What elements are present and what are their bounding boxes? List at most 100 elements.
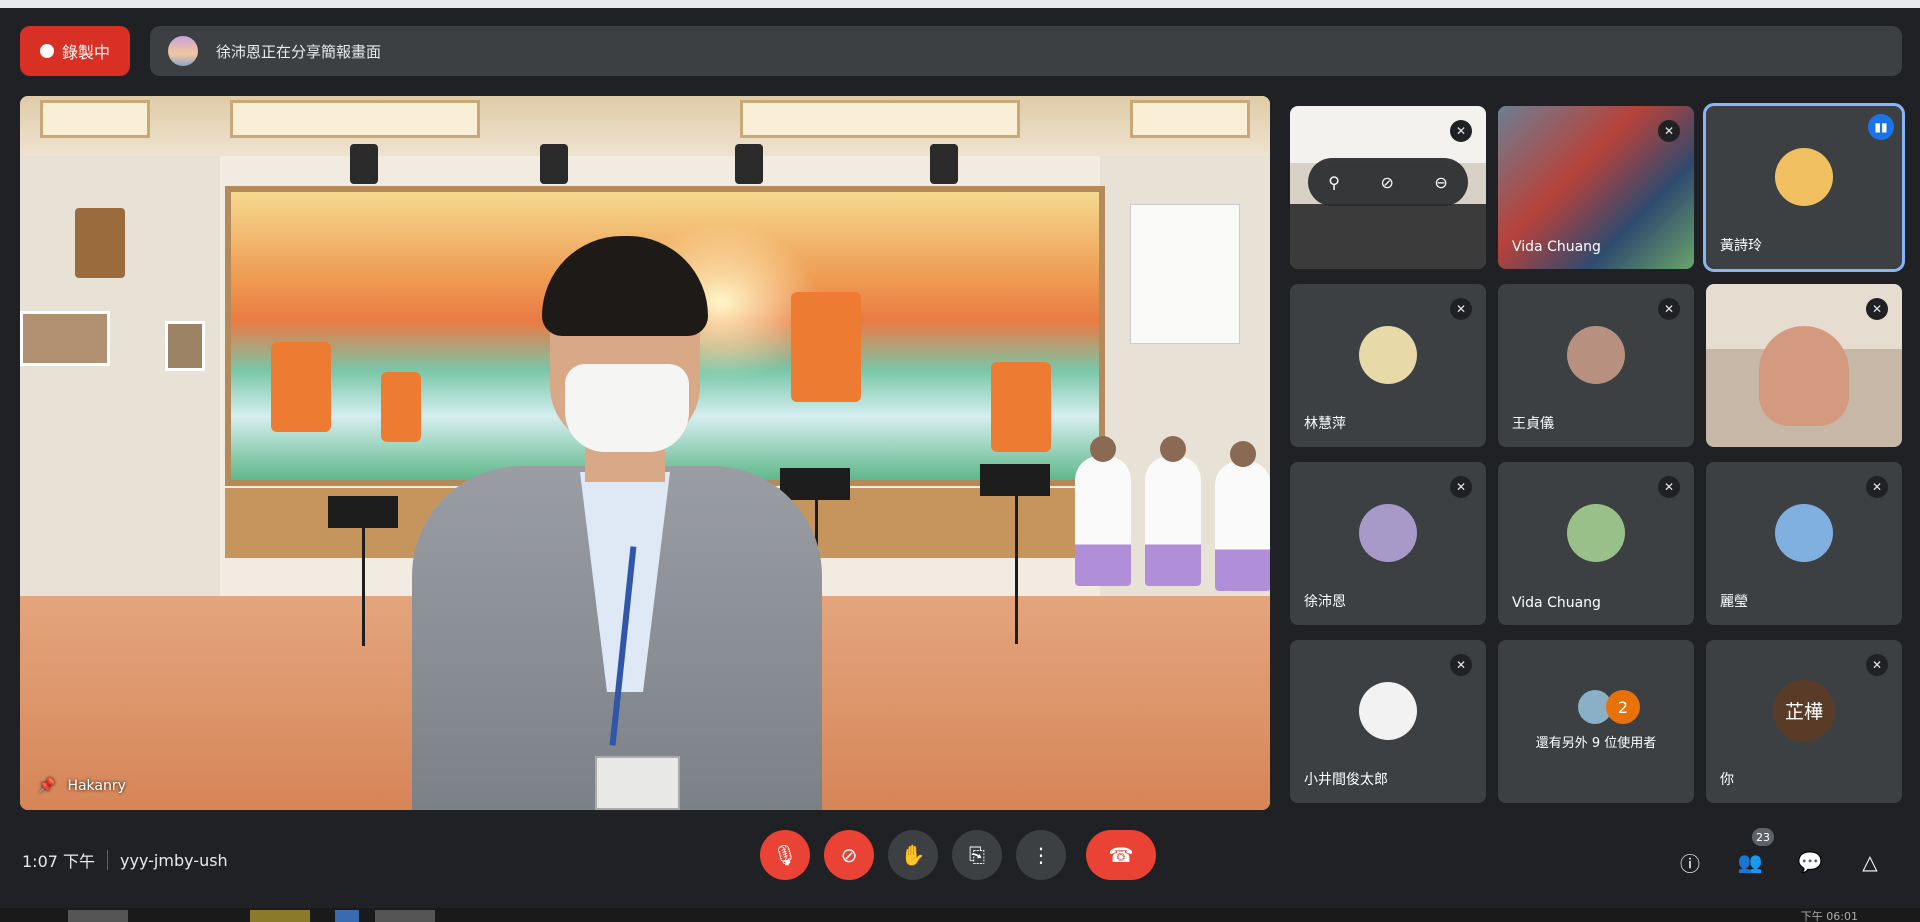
stage-light: [540, 144, 568, 184]
mic-off-icon: ✕: [1450, 120, 1472, 142]
ceiling-panel: [40, 100, 150, 138]
mic-off-icon: ✕: [1450, 298, 1472, 320]
participant-tile[interactable]: ▮▮ 黃詩玲: [1703, 103, 1905, 272]
presenter-avatar: [168, 36, 198, 66]
mic-off-icon: ✕: [1866, 476, 1888, 498]
participant-tile[interactable]: ✕ Vida Chuang: [1498, 106, 1694, 269]
more-options-button[interactable]: ⋮: [1016, 830, 1066, 880]
ceiling-panel: [230, 100, 480, 138]
presentation-banner-text: 徐沛恩正在分享簡報畫面: [216, 42, 382, 61]
taskbar-app[interactable]: [335, 910, 359, 922]
participant-tile[interactable]: ✕ 麗瑩: [1706, 462, 1902, 625]
participant-name: 林慧萍: [1304, 416, 1346, 432]
more-icon: ⋮: [1031, 843, 1051, 867]
chat-button[interactable]: 💬: [1794, 846, 1826, 878]
music-stand-leg: [362, 526, 365, 646]
meeting-code: yyy-jmby-ush: [120, 850, 228, 870]
chat-icon: 💬: [1797, 850, 1823, 874]
taskbar-app[interactable]: [375, 910, 435, 922]
end-call-button[interactable]: ☎: [1086, 830, 1156, 880]
meeting-time: 1:07 下午: [22, 852, 96, 871]
pin-icon[interactable]: ⚲: [1328, 173, 1340, 192]
self-initials: 芷樺: [1773, 679, 1835, 742]
meeting-details-button[interactable]: ⓘ: [1674, 846, 1706, 878]
mic-toggle-button[interactable]: 🎙: [760, 830, 810, 880]
participant-tile[interactable]: ✕ 徐沛恩: [1290, 462, 1486, 625]
presenter-mask: [565, 364, 689, 452]
participant-tile[interactable]: ✕ 小井間俊太郎: [1290, 640, 1486, 803]
performer: [1075, 456, 1131, 586]
taskbar-clock: 下午 06:01: [1800, 910, 1858, 922]
meeting-info: 1:07 下午 yyy-jmby-ush: [22, 848, 228, 872]
window-top-strip: [0, 0, 1920, 8]
participant-count-badge: 23: [1752, 828, 1774, 846]
hand-icon: ✋: [900, 843, 926, 867]
participant-avatar: [1359, 325, 1417, 384]
camera-toggle-button[interactable]: ⊘: [824, 830, 874, 880]
main-video-name: 📌 Hakanry: [38, 778, 126, 794]
more-participants-tile[interactable]: 2 還有另外 9 位使用者: [1498, 640, 1694, 803]
participant-name: 黃詩玲: [1720, 238, 1762, 254]
activities-button[interactable]: △: [1854, 846, 1886, 878]
participant-avatar: [1775, 503, 1833, 562]
participant-grid: ✕ ⚲ ⊘ ⊖ ✕ Vida Chuang ▮▮ 黃詩玲 ✕ 林慧萍 ✕ 王貞儀…: [1290, 103, 1905, 803]
wall-clock: [75, 208, 125, 278]
more-count-badge: 2: [1606, 690, 1640, 724]
participant-avatar: [1359, 681, 1417, 740]
participant-name: 小井間俊太郎: [1304, 772, 1388, 788]
recording-indicator[interactable]: 錄製中: [20, 26, 130, 76]
mic-off-icon: ✕: [1866, 298, 1888, 320]
performer: [1215, 461, 1270, 591]
participant-tile[interactable]: ✕ 林慧萍: [1290, 284, 1486, 447]
self-tile[interactable]: 芷樺 ✕ 你: [1706, 640, 1902, 803]
participant-name: 王貞儀: [1512, 416, 1554, 432]
raise-hand-button[interactable]: ✋: [888, 830, 938, 880]
mic-off-icon: ✕: [1658, 120, 1680, 142]
speaking-icon: ▮▮: [1868, 114, 1894, 140]
present-icon: ⎘: [969, 843, 985, 867]
more-participants-label: 還有另外 9 位使用者: [1535, 736, 1657, 751]
participant-tile[interactable]: ✕ Vida Chuang: [1498, 462, 1694, 625]
ceiling-panel: [1130, 100, 1250, 138]
participant-face: [1759, 325, 1849, 426]
mic-off-icon: ✕: [1450, 654, 1472, 676]
wall-notice: [1130, 204, 1240, 344]
taskbar-app[interactable]: [250, 910, 310, 922]
mute-icon[interactable]: ⊘: [1380, 173, 1393, 192]
participant-avatar: [1567, 503, 1625, 562]
mic-off-icon: ✕: [1866, 654, 1888, 676]
main-video[interactable]: 📌 Hakanry: [20, 96, 1270, 810]
end-call-icon: ☎: [1108, 843, 1134, 867]
mural-float: [791, 292, 861, 402]
participant-name: 麗瑩: [1720, 594, 1748, 610]
stage-light: [350, 144, 378, 184]
meeting-info-divider: [107, 850, 109, 870]
os-taskbar: 下午 06:01: [0, 908, 1920, 922]
participant-tile[interactable]: ✕ 王貞儀: [1498, 284, 1694, 447]
remove-icon[interactable]: ⊖: [1434, 173, 1447, 192]
camera-off-icon: ⊘: [840, 843, 858, 867]
mic-off-icon: ✕: [1658, 298, 1680, 320]
ceiling-panel: [740, 100, 1020, 138]
music-stand-leg: [1015, 494, 1018, 644]
performer-head: [1230, 441, 1256, 467]
participant-tile[interactable]: ✕ ⚲ ⊘ ⊖: [1290, 106, 1486, 269]
pin-icon[interactable]: 📌: [38, 778, 55, 794]
mic-off-icon: ✕: [1450, 476, 1472, 498]
participant-tile[interactable]: ✕: [1706, 284, 1902, 447]
activities-icon: △: [1862, 850, 1878, 874]
presentation-banner: 徐沛恩正在分享簡報畫面: [150, 26, 1902, 76]
tile-hover-controls[interactable]: ⚲ ⊘ ⊖: [1308, 158, 1468, 206]
mural-float: [991, 362, 1051, 452]
performer-head: [1160, 436, 1186, 462]
participant-avatar: [1359, 503, 1417, 562]
present-button[interactable]: ⎘: [952, 830, 1002, 880]
participant-name: 你: [1720, 772, 1734, 788]
participant-name: Vida Chuang: [1512, 239, 1601, 255]
mural-float: [271, 342, 331, 432]
taskbar-app[interactable]: [68, 910, 128, 922]
participant-avatar: [1775, 147, 1833, 206]
stage-light: [735, 144, 763, 184]
performer: [1145, 456, 1201, 586]
participants-button[interactable]: 👥: [1734, 846, 1766, 878]
